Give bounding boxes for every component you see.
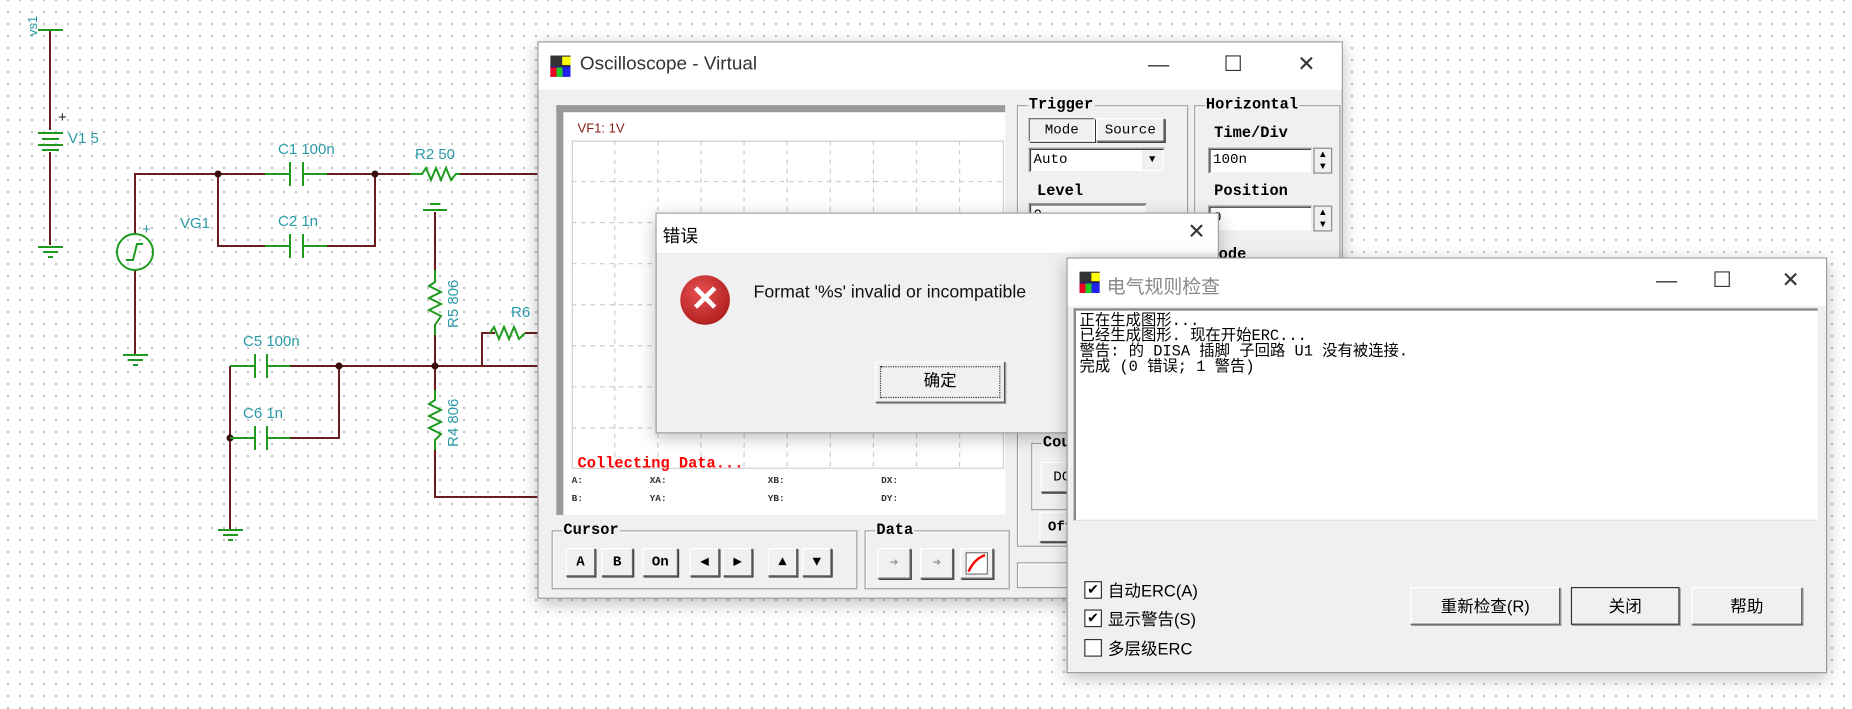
app-icon	[1079, 271, 1100, 293]
import-icon[interactable]: ➜	[877, 548, 911, 579]
erc-title: 电气规则检查	[1106, 277, 1221, 298]
data-group: Data ➜ ➜	[864, 520, 1010, 590]
multilevel-erc-checkbox[interactable]	[1084, 638, 1102, 657]
channel-label: VF1: 1V	[577, 121, 625, 136]
close-icon[interactable]: ✕	[1294, 52, 1318, 77]
cursor-left-icon[interactable]: ◀	[689, 548, 720, 577]
help-button[interactable]: 帮助	[1691, 587, 1803, 625]
cursor-b-button[interactable]: B	[601, 548, 634, 577]
time-div-label: Time/Div	[1214, 124, 1288, 142]
error-message: Format '%s' invalid or incompatible	[753, 282, 1027, 303]
position-label: Position	[1214, 181, 1288, 200]
time-div-spinner[interactable]: ▲ ▼	[1313, 147, 1333, 174]
dialog-title: 错误	[662, 226, 699, 247]
ok-button[interactable]: 确定	[875, 361, 1006, 403]
data-legend: Data	[875, 520, 915, 539]
log-line: 正在生成图形...	[1079, 311, 1200, 330]
log-line: 警告: 的 DISA 插脚 子回路 U1 没有被连接.	[1079, 342, 1409, 361]
title-bar[interactable]: Oscilloscope - Virtual — ☐ ✕	[538, 42, 1342, 90]
cursor-right-icon[interactable]: ▶	[722, 548, 753, 577]
readout-dy: DY:	[881, 493, 899, 505]
show-warnings-label: 显示警告(S)	[1107, 609, 1197, 629]
close-button[interactable]: 关闭	[1570, 587, 1680, 625]
window-title: Oscilloscope - Virtual	[579, 54, 758, 75]
cursor-a-button[interactable]: A	[565, 548, 596, 577]
close-icon[interactable]: ✕	[1779, 268, 1803, 293]
cursor-legend: Cursor	[562, 520, 620, 539]
level-label: Level	[1037, 181, 1084, 200]
erc-title-bar[interactable]: 电气规则检查 — ☐ ✕	[1067, 258, 1826, 306]
erc-log[interactable]: 正在生成图形... 已经生成图形. 现在开始ERC... 警告: 的 DISA …	[1073, 308, 1818, 521]
auto-erc-label: 自动ERC(A)	[1107, 581, 1198, 600]
readout-ya: YA:	[649, 493, 667, 505]
cursor-group: Cursor A B On ◀ ▶ ▲ ▼	[551, 520, 858, 590]
cursor-down-icon[interactable]: ▼	[801, 548, 832, 577]
chevron-down-icon[interactable]: ▼	[1142, 149, 1163, 171]
recheck-button[interactable]: 重新检查(R)	[1410, 587, 1561, 625]
readout-yb: YB:	[767, 493, 785, 505]
readout-b: B:	[571, 493, 584, 505]
cursor-on-button[interactable]: On	[642, 548, 678, 577]
readout-xb: XB:	[767, 475, 785, 487]
app-icon	[550, 55, 571, 77]
export-icon[interactable]: ➜	[920, 548, 954, 579]
readout-dx: DX:	[881, 475, 899, 487]
tab-mode[interactable]: Mode	[1028, 118, 1095, 142]
readout-xa: XA:	[649, 475, 667, 487]
minimize-icon[interactable]: —	[1655, 268, 1679, 293]
maximize-icon[interactable]: ☐	[1221, 52, 1245, 77]
tab-source[interactable]: Source	[1096, 118, 1165, 142]
maximize-icon[interactable]: ☐	[1710, 268, 1734, 293]
time-div-input[interactable]: 100n	[1208, 147, 1313, 174]
cursor-up-icon[interactable]: ▲	[767, 548, 798, 577]
dialog-title-bar[interactable]: 错误 ✕	[656, 213, 1218, 253]
multilevel-erc-label: 多层级ERC	[1107, 638, 1193, 658]
collecting-status: Collecting Data...	[577, 454, 744, 473]
curve-icon[interactable]	[960, 548, 994, 579]
position-input[interactable]: 0	[1208, 205, 1313, 232]
log-line: 已经生成图形. 现在开始ERC...	[1079, 327, 1307, 345]
readout-a: A:	[571, 475, 584, 487]
auto-erc-checkbox[interactable]: ✔	[1084, 581, 1102, 599]
horizontal-legend: Horizontal	[1204, 95, 1300, 114]
error-icon: ✕	[680, 275, 730, 325]
trigger-legend: Trigger	[1027, 95, 1095, 114]
show-warnings-checkbox[interactable]: ✔	[1084, 609, 1102, 628]
erc-window: 电气规则检查 — ☐ ✕ 正在生成图形... 已经生成图形. 现在开始ERC..…	[1066, 257, 1828, 674]
mode-value: Auto	[1033, 151, 1068, 168]
minimize-icon[interactable]: —	[1147, 52, 1171, 77]
position-spinner[interactable]: ▲ ▼	[1313, 205, 1333, 232]
close-icon[interactable]: ✕	[1185, 220, 1209, 245]
log-line: 完成 (0 错误; 1 警告)	[1079, 357, 1255, 376]
trigger-mode-select[interactable]: Auto ▼	[1028, 147, 1165, 173]
